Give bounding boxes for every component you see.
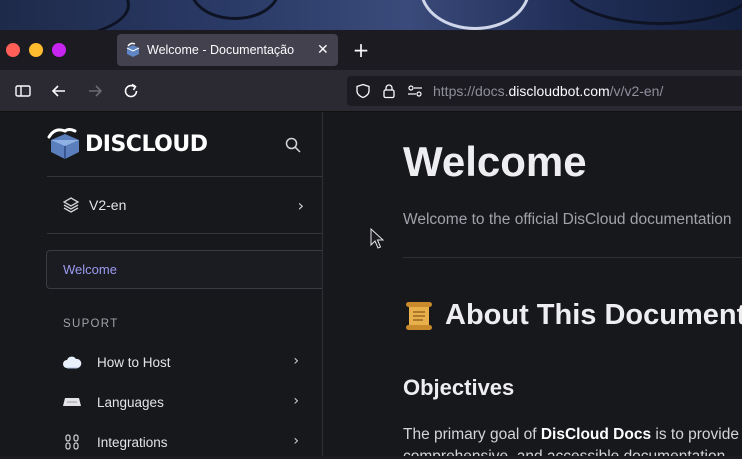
chevron-right-icon: › [293,433,299,449]
about-heading-text: About This Documentation [445,299,742,331]
address-bar[interactable]: https://docs.discloudbot.com/v/v2-en/ [347,76,742,106]
version-label: V2-en [89,197,127,213]
paragraph-text: is to provide [651,426,739,443]
browser-tab-active[interactable]: Welcome - Documentação ✕ [117,34,338,66]
paragraph-bold-text: DisCloud Docs [540,426,652,443]
main-content: Welcome Welcome to the official DisCloud… [324,112,742,456]
objectives-heading[interactable]: Objectives [403,375,514,401]
objectives-paragraph: The primary goal of DisCloud Docs is to … [403,424,739,456]
wallpaper-decoration [420,0,530,30]
desktop-wallpaper [0,0,742,30]
sidebar-item-label: Languages [97,394,164,410]
tab-close-icon[interactable]: ✕ [317,42,329,58]
forward-arrow-icon[interactable] [86,82,104,100]
url-text: https://docs.discloudbot.com/v/v2-en/ [433,83,663,99]
sidebar-item-languages[interactable]: Languages › [47,385,307,419]
window-controls [6,43,66,57]
tab-title: Welcome - Documentação [147,43,295,57]
discloud-logo[interactable]: DISCLOUD [47,128,208,160]
url-subdomain: docs. [475,83,509,99]
discloud-favicon-icon [126,42,140,57]
sidebar-item-integrations[interactable]: Integrations › [47,425,307,459]
url-scheme: https:// [433,83,476,99]
back-arrow-icon[interactable] [50,82,68,100]
sidebar-item-welcome[interactable]: Welcome [46,250,322,289]
chevron-right-icon: › [293,353,299,369]
sidebar-item-label: How to Host [97,354,171,370]
url-path: /v/v2-en/ [609,83,664,99]
content-divider [403,257,742,258]
links-icon [61,434,83,450]
wallpaper-decoration [0,0,130,30]
web-page: DISCLOUD V2-en › Welcome SUPORT How to H… [0,112,742,456]
tab-bar: Welcome - Documentação ✕ + [0,30,742,70]
chevron-right-icon: › [297,196,304,215]
search-icon[interactable] [284,136,302,154]
sidebar-toggle-icon[interactable] [14,82,32,100]
discloud-cube-logo-icon [47,128,79,159]
sidebar-divider [47,233,322,234]
page-description: Welcome to the official DisCloud documen… [403,211,732,228]
lock-icon[interactable] [381,83,397,99]
page-title: Welcome [403,138,587,185]
url-host: discloudbot.com [508,83,610,99]
docs-sidebar: DISCLOUD V2-en › Welcome SUPORT How to H… [0,112,323,456]
logo-wordmark: DISCLOUD [85,131,208,157]
wallpaper-decoration [560,0,742,25]
sidebar-item-how-to-host[interactable]: How to Host › [47,345,307,379]
close-window-button[interactable] [6,43,20,57]
layers-icon [62,197,80,213]
new-tab-button[interactable]: + [350,38,372,62]
paragraph-text: The primary goal of [403,426,541,443]
version-selector[interactable]: V2-en › [47,177,322,233]
paragraph-text: comprehensive, and accessible documentat… [403,448,725,456]
permissions-icon[interactable] [407,83,423,99]
tracking-shield-icon[interactable] [355,83,371,99]
cloud-icon [61,354,83,370]
wallpaper-decoration [190,0,280,20]
sidebar-item-label: Integrations [97,434,168,450]
scroll-icon [406,301,432,330]
mouse-cursor-icon [370,228,384,249]
keyboard-icon [61,394,83,410]
navigation-toolbar: https://docs.discloudbot.com/v/v2-en/ [0,70,742,112]
about-heading[interactable]: About This Documentation [403,299,742,332]
minimize-window-button[interactable] [29,43,43,57]
chevron-right-icon: › [293,393,299,409]
maximize-window-button[interactable] [52,43,66,57]
reload-icon[interactable] [122,82,140,100]
sidebar-item-label: Welcome [63,262,117,277]
sidebar-section-title: SUPORT [63,318,119,330]
